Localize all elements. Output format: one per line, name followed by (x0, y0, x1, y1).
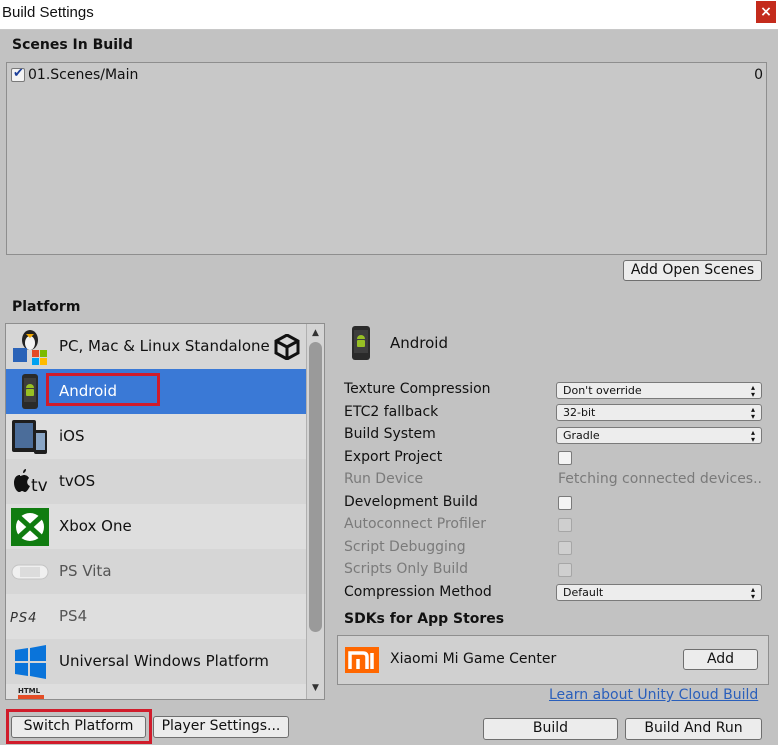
platform-label: PS Vita (59, 562, 112, 580)
build-system-dropdown[interactable]: Gradle ▴ ▾ (556, 427, 762, 444)
scripts-only-build-label: Scripts Only Build (344, 561, 469, 577)
texture-compression-dropdown[interactable]: Don't override ▴ ▾ (556, 382, 762, 399)
html5-icon: HTML (16, 685, 46, 699)
xiaomi-logo-icon (345, 647, 379, 673)
sdks-header: SDKs for App Stores (344, 611, 505, 627)
etc2-fallback-dropdown[interactable]: 32-bit ▴ ▾ (556, 404, 762, 421)
scrollbar-thumb[interactable] (309, 342, 322, 632)
export-project-checkbox[interactable] (558, 451, 572, 465)
platform-item-uwp[interactable]: Universal Windows Platform (6, 639, 306, 684)
add-sdk-button[interactable]: Add (683, 649, 758, 670)
sdk-list: Xiaomi Mi Game Center Add (337, 635, 769, 685)
ios-devices-icon (10, 418, 50, 455)
platform-item-standalone[interactable]: PC, Mac & Linux Standalone (6, 324, 306, 369)
platform-label: tvOS (59, 472, 96, 490)
appletv-icon: tv (10, 463, 50, 500)
unity-logo-icon (274, 333, 300, 364)
build-button[interactable]: Build (483, 718, 618, 740)
updown-arrow-icon: ▴ ▾ (750, 383, 755, 399)
svg-text:tv: tv (31, 476, 48, 496)
dropdown-value: Gradle (563, 429, 600, 442)
platform-item-ps4[interactable]: PS4 PS4 (6, 594, 306, 639)
etc2-fallback-label: ETC2 fallback (344, 404, 439, 420)
scene-index: 0 (754, 67, 763, 83)
platform-label: PC, Mac & Linux Standalone (59, 337, 270, 355)
script-debugging-checkbox (558, 541, 572, 555)
player-settings-button[interactable]: Player Settings... (153, 716, 289, 738)
dropdown-value: 32-bit (563, 406, 596, 419)
texture-compression-label: Texture Compression (344, 381, 491, 397)
android-icon (10, 373, 50, 410)
platform-item-webgl[interactable]: HTML (6, 684, 306, 699)
platform-scrollbar[interactable]: ▲ ▼ (306, 324, 324, 699)
scene-name: 01.Scenes/Main (28, 67, 139, 83)
run-device-value: Fetching connected devices.. (558, 471, 762, 487)
compression-method-label: Compression Method (344, 584, 492, 600)
development-build-label: Development Build (344, 494, 478, 510)
scenes-list[interactable]: 01.Scenes/Main 0 (6, 62, 767, 255)
export-project-label: Export Project (344, 449, 443, 465)
updown-arrow-icon: ▴ ▾ (750, 585, 755, 601)
close-button[interactable]: × (756, 1, 776, 23)
switch-platform-highlight-box (6, 709, 152, 744)
autoconnect-profiler-checkbox (558, 518, 572, 532)
platform-item-ios[interactable]: iOS (6, 414, 306, 459)
scenes-in-build-header: Scenes In Build (12, 37, 133, 53)
platform-item-xbox[interactable]: Xbox One (6, 504, 306, 549)
window-title: Build Settings (2, 4, 94, 21)
svg-text:HTML: HTML (18, 687, 41, 695)
platform-label: Universal Windows Platform (59, 652, 269, 670)
platform-item-tvos[interactable]: tv tvOS (6, 459, 306, 504)
add-open-scenes-button[interactable]: Add Open Scenes (623, 260, 762, 281)
autoconnect-profiler-label: Autoconnect Profiler (344, 516, 487, 532)
scroll-up-arrow[interactable]: ▲ (307, 326, 324, 340)
updown-arrow-icon: ▴ ▾ (750, 428, 755, 444)
platform-header: Platform (12, 299, 81, 315)
windows-icon (10, 643, 50, 680)
build-system-label: Build System (344, 426, 436, 442)
updown-arrow-icon: ▴ ▾ (750, 405, 755, 421)
build-and-run-button[interactable]: Build And Run (625, 718, 762, 740)
run-device-label: Run Device (344, 471, 424, 487)
platform-label: iOS (59, 427, 85, 445)
compression-method-dropdown[interactable]: Default ▴ ▾ (556, 584, 762, 601)
scene-row[interactable]: 01.Scenes/Main 0 (10, 66, 763, 84)
development-build-checkbox[interactable] (558, 496, 572, 510)
platform-item-psvita[interactable]: PS Vita (6, 549, 306, 594)
android-highlight-box (46, 373, 160, 406)
scene-include-checkbox[interactable] (11, 66, 25, 82)
script-debugging-label: Script Debugging (344, 539, 466, 555)
scroll-down-arrow[interactable]: ▼ (307, 681, 324, 695)
svg-text:PS4: PS4 (10, 611, 37, 626)
platform-label: PS4 (59, 607, 88, 625)
ps4-icon: PS4 (10, 598, 50, 635)
pc-standalone-icon (10, 328, 50, 365)
selected-platform-title: Android (390, 334, 448, 352)
platform-label: Xbox One (59, 517, 132, 535)
title-bar: Build Settings × (0, 0, 778, 30)
dropdown-value: Don't override (563, 384, 642, 397)
psvita-icon (10, 553, 50, 590)
scripts-only-build-checkbox (558, 563, 572, 577)
android-header-icon (350, 325, 374, 361)
xbox-icon (10, 508, 50, 546)
cloud-build-link[interactable]: Learn about Unity Cloud Build (549, 687, 758, 703)
dropdown-value: Default (563, 586, 604, 599)
sdk-name: Xiaomi Mi Game Center (390, 651, 557, 667)
